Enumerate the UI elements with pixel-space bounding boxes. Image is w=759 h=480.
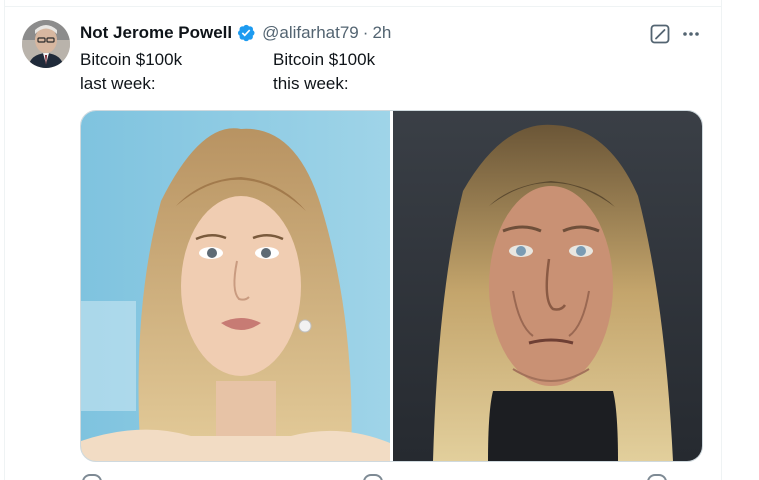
tweet-actions [80, 474, 701, 480]
column-border-left [4, 0, 5, 480]
tweet-media[interactable] [80, 110, 703, 462]
separator-dot: · [362, 23, 369, 42]
timeline-column: Not Jerome Powell @alifarhat79 · 2h Bitc… [0, 0, 759, 480]
photo-left[interactable] [81, 111, 390, 461]
tweet-divider [4, 6, 721, 7]
bookmark-icon[interactable] [647, 474, 667, 480]
tweet-text-left: Bitcoin $100k last week: [80, 48, 182, 96]
like-icon[interactable] [363, 474, 383, 480]
tweet-text-left-line1: Bitcoin $100k [80, 50, 183, 69]
tweet-header: Not Jerome Powell @alifarhat79 · 2h [80, 22, 391, 44]
column-border-right [721, 0, 722, 480]
photo-right[interactable] [393, 111, 702, 461]
tweet-text-right-line2: this week: [273, 74, 349, 93]
timestamp[interactable]: 2h [372, 22, 391, 44]
display-name[interactable]: Not Jerome Powell [80, 22, 232, 44]
avatar[interactable] [22, 20, 70, 68]
tweet[interactable]: Not Jerome Powell @alifarhat79 · 2h Bitc… [20, 18, 710, 480]
tweet-text-right-line1: Bitcoin $100k [273, 50, 376, 69]
grok-icon[interactable] [649, 23, 671, 45]
user-handle[interactable]: @alifarhat79 [262, 22, 359, 44]
more-dots-icon[interactable] [679, 23, 703, 45]
tweet-text-left-line2: last week: [80, 74, 156, 93]
reply-icon[interactable] [82, 474, 102, 480]
tweet-text-right: Bitcoin $100k this week: [273, 48, 375, 96]
verified-badge-icon [236, 23, 256, 43]
